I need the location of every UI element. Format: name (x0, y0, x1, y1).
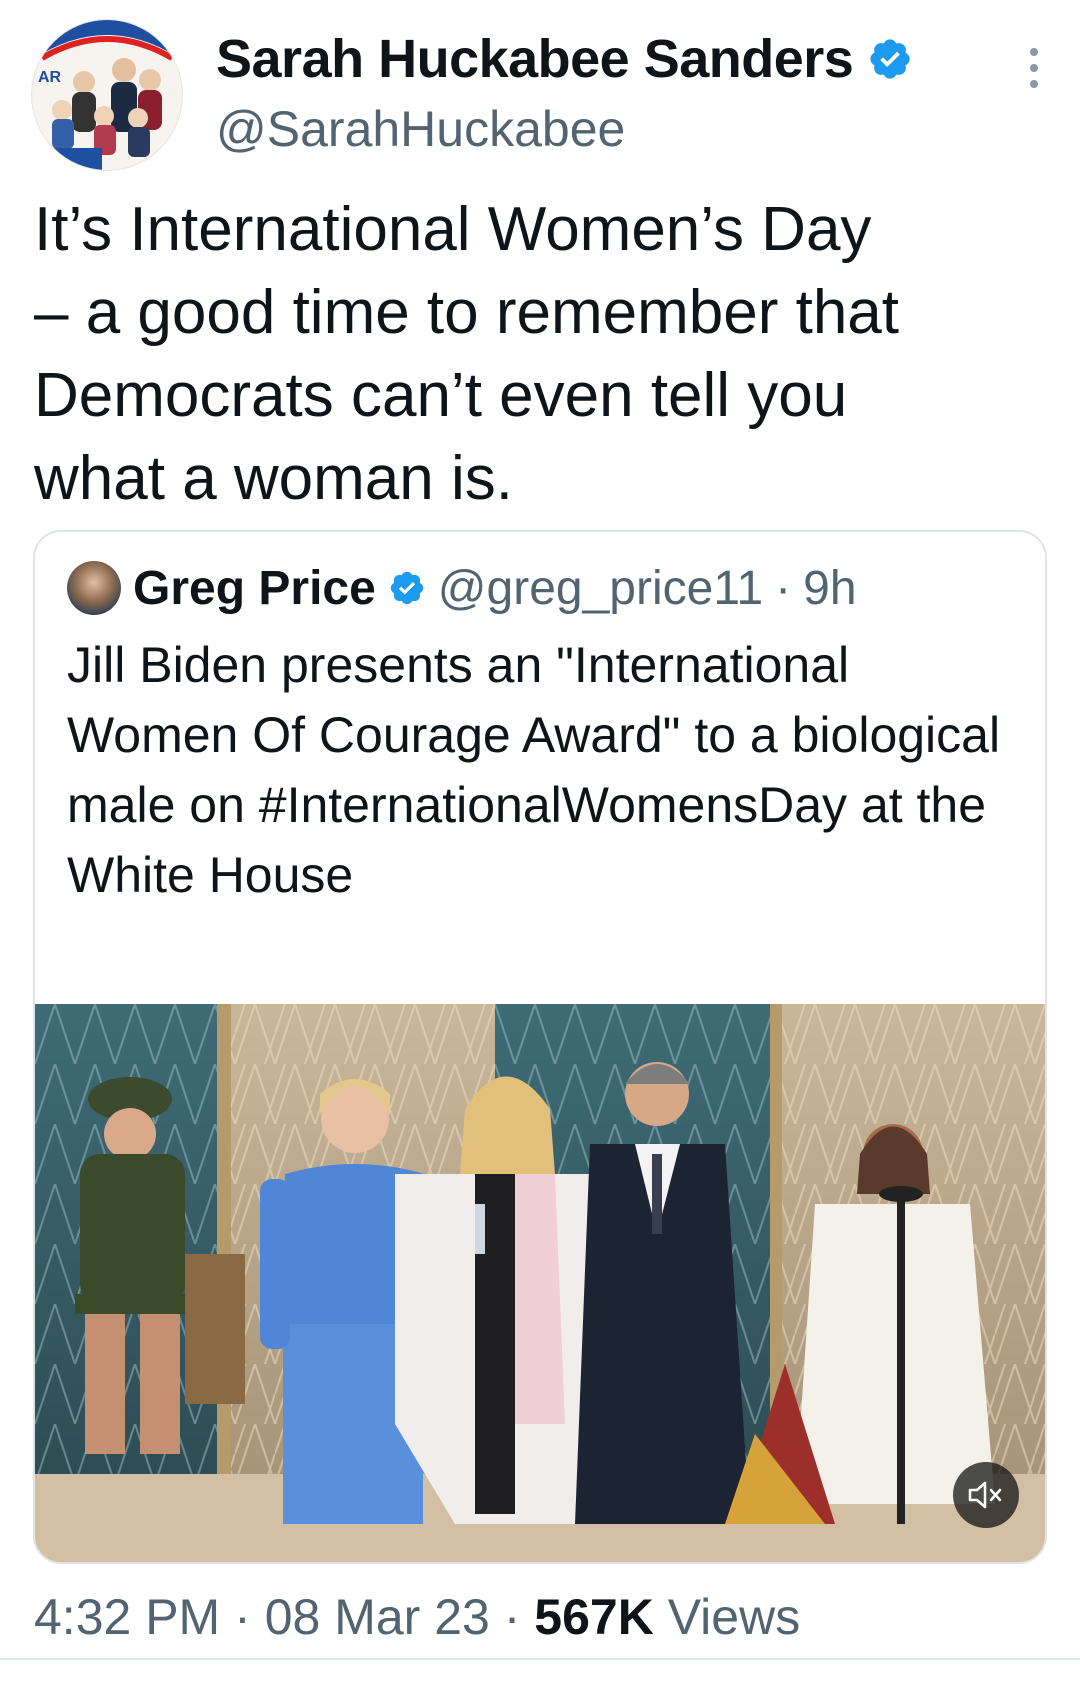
meta-separator: · (503, 1589, 521, 1645)
quoted-separator: · (775, 561, 792, 615)
quoted-author-avatar[interactable] (67, 561, 121, 615)
author-name[interactable]: Sarah Huckabee Sanders (216, 28, 854, 90)
tweet-meta: 4:32 PM · 08 Mar 23 · 567K Views (34, 1588, 800, 1646)
quoted-tweet-video[interactable] (35, 1004, 1045, 1562)
views-label: Views (667, 1589, 801, 1645)
tweet-date[interactable]: 08 Mar 23 (265, 1589, 490, 1645)
tweet-time[interactable]: 4:32 PM (34, 1589, 220, 1645)
divider (0, 1658, 1080, 1660)
quoted-tweet-text: Jill Biden presents an "International Wo… (67, 637, 1001, 903)
tweet-text: It’s International Women’s Day – a good … (34, 195, 900, 513)
video-frame-image (35, 1004, 1045, 1562)
mute-button[interactable] (953, 1462, 1019, 1528)
meta-separator: · (234, 1589, 251, 1645)
quoted-author-name[interactable]: Greg Price (133, 561, 376, 616)
author-avatar[interactable]: AR (32, 20, 182, 170)
avatar-banner-text: AR (38, 69, 62, 86)
verified-badge-icon (390, 571, 424, 605)
muted-speaker-icon (968, 1481, 1002, 1509)
quoted-author-handle[interactable]: @greg_price11 (438, 561, 763, 616)
verified-badge-icon (870, 39, 910, 79)
more-options-icon[interactable] (1028, 48, 1040, 88)
quoted-tweet-header: Greg Price @greg_price11 · 9h (67, 558, 857, 618)
quoted-tweet-card[interactable]: Greg Price @greg_price11 · 9h Jill Biden… (33, 530, 1047, 1564)
quoted-tweet-age[interactable]: 9h (803, 561, 856, 616)
avatar-family-photo: AR (32, 20, 182, 170)
author-name-row: Sarah Huckabee Sanders (216, 28, 913, 90)
views-count: 567K (534, 1589, 654, 1645)
author-handle[interactable]: @SarahHuckabee (216, 100, 625, 158)
